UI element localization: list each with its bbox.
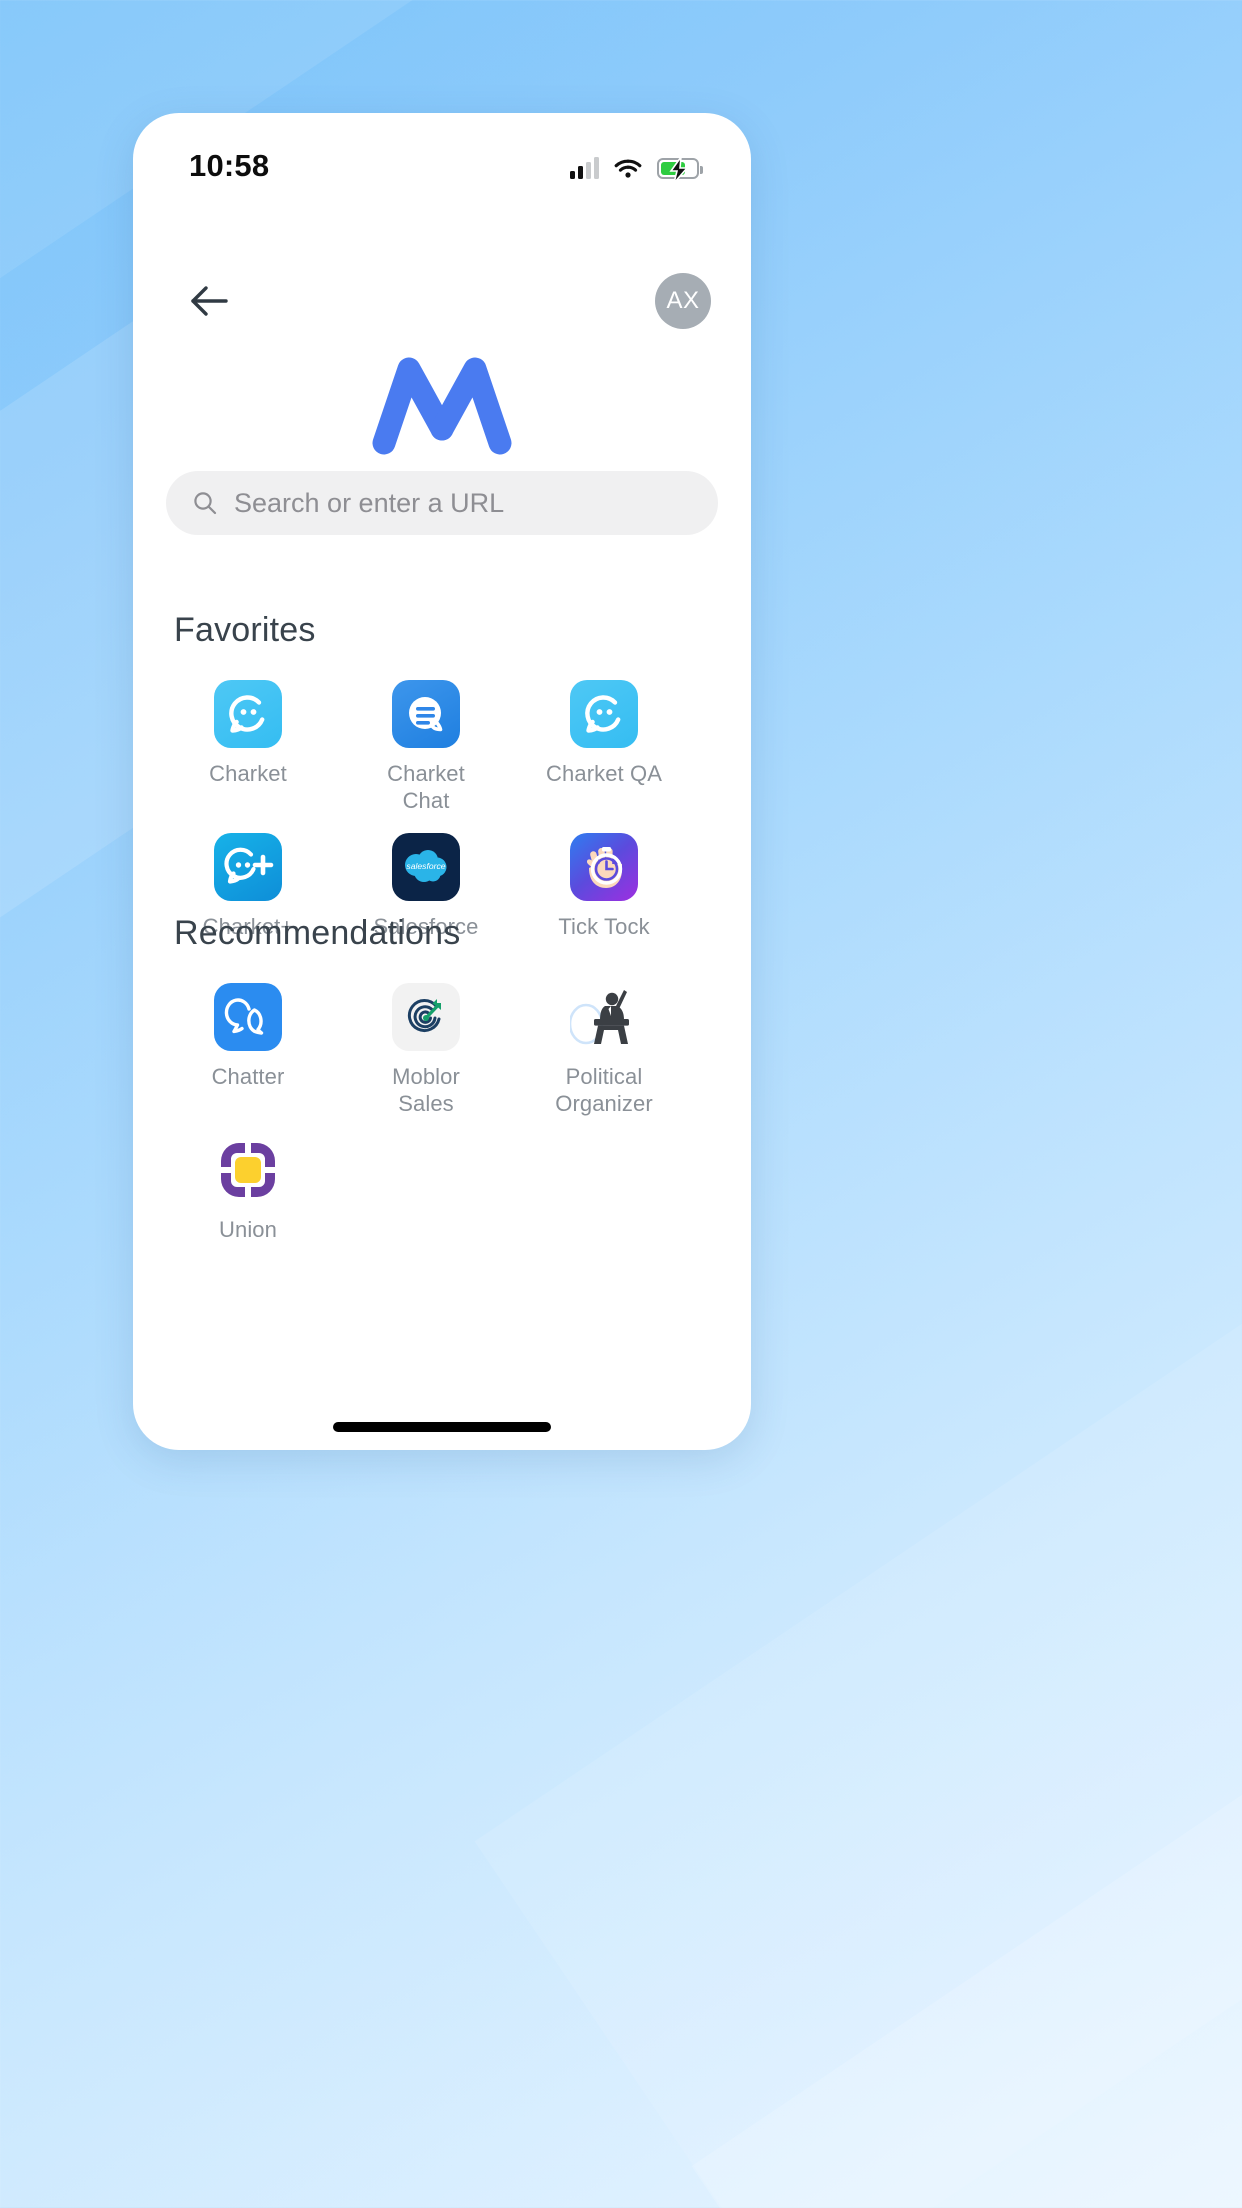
battery-charging-icon	[657, 157, 703, 183]
app-label: Charket	[209, 761, 287, 786]
app-label: Moblor Sales	[392, 1064, 460, 1116]
app-label: Chatter	[211, 1064, 285, 1089]
avatar[interactable]: AX	[655, 273, 711, 329]
status-icons	[570, 139, 703, 183]
search-input[interactable]: Search or enter a URL	[166, 471, 718, 535]
search-placeholder: Search or enter a URL	[234, 487, 505, 518]
phone-screen: 10:58 AX Search or enter a URL Favorites…	[133, 113, 751, 1450]
brand-logo	[133, 351, 751, 455]
m-logo-icon	[372, 357, 512, 455]
app-chatter[interactable]: Chatter	[185, 983, 311, 1118]
nav-bar: AX	[133, 261, 751, 341]
back-button[interactable]	[185, 275, 237, 327]
svg-text:salesforce: salesforce	[406, 861, 445, 871]
charket-chat-lines-icon	[392, 680, 460, 748]
status-time: 10:58	[189, 148, 270, 183]
section-favorites: Favorites Charket Charket Chat Charket Q…	[133, 611, 751, 946]
speaker-podium-icon	[570, 983, 638, 1051]
app-moblor-sales[interactable]: Moblor Sales	[363, 983, 489, 1118]
app-label: Union	[219, 1216, 277, 1242]
app-charket-qa[interactable]: Charket QA	[541, 680, 667, 815]
app-union[interactable]: Union	[185, 1135, 311, 1244]
recommendations-grid: Chatter Moblor Sales Political Organizer…	[133, 953, 751, 1249]
charket-plus-icon	[214, 832, 282, 901]
two-speech-bubbles-icon	[214, 983, 282, 1051]
cellular-signal-icon	[570, 157, 599, 179]
section-title-recommendations: Recommendations	[174, 914, 461, 952]
charket-chat-bubble-icon	[214, 680, 282, 748]
charging-bolt-icon	[669, 157, 689, 183]
wallpaper-sheen	[691, 1662, 1242, 2208]
section-title-favorites: Favorites	[174, 611, 316, 649]
target-dart-icon	[392, 983, 460, 1051]
wifi-icon	[614, 159, 642, 178]
app-label: Charket QA	[546, 761, 662, 786]
favorites-grid: Charket Charket Chat Charket QA Charket+…	[133, 650, 751, 946]
hand-stopwatch-icon	[570, 832, 638, 901]
status-bar: 10:58	[133, 113, 751, 205]
section-recommendations: Recommendations Chatter Moblor Sales Pol…	[133, 914, 751, 1249]
app-political-organizer[interactable]: Political Organizer	[541, 983, 667, 1118]
salesforce-cloud-icon: salesforce	[392, 832, 460, 901]
app-label: Charket Chat	[387, 761, 465, 813]
union-squares-icon	[214, 1135, 282, 1204]
app-charket-chat[interactable]: Charket Chat	[363, 680, 489, 815]
back-arrow-icon	[191, 286, 228, 316]
charket-chat-bubble-icon	[570, 680, 638, 748]
app-label: Political Organizer	[555, 1064, 653, 1116]
home-indicator[interactable]	[333, 1422, 551, 1432]
search-icon	[194, 492, 217, 515]
app-charket[interactable]: Charket	[185, 680, 311, 815]
